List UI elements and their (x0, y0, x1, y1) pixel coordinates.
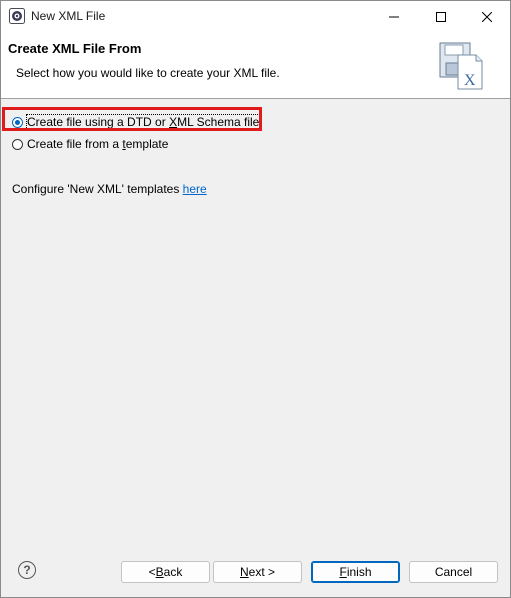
close-button[interactable] (464, 1, 510, 32)
page-title: Create XML File From (8, 41, 142, 56)
option-template-label: Create file from a template (27, 137, 169, 151)
templates-here-link[interactable]: here (183, 182, 207, 196)
help-icon: ? (23, 563, 31, 577)
minimize-icon (389, 16, 399, 17)
minimize-button[interactable] (371, 1, 417, 32)
svg-text:X: X (464, 72, 476, 89)
new-xml-file-dialog: New XML File Create XML File From Select… (0, 0, 511, 598)
next-button[interactable]: Next > (213, 561, 302, 583)
radio-template[interactable] (12, 138, 23, 150)
finish-button[interactable]: Finish (311, 561, 400, 583)
eclipse-app-icon (9, 8, 25, 24)
cancel-button[interactable]: Cancel (409, 561, 498, 583)
maximize-button[interactable] (418, 1, 464, 32)
window-title: New XML File (31, 9, 106, 23)
wizard-header: Create XML File From Select how you woul… (1, 32, 510, 99)
help-button[interactable]: ? (18, 561, 36, 579)
title-bar: New XML File (1, 1, 510, 32)
page-description: Select how you would like to create your… (16, 66, 280, 80)
configure-templates-text: Configure 'New XML' templates here (12, 182, 207, 196)
option-dtd-schema-label: Create file using a DTD or XML Schema fi… (25, 114, 261, 130)
maximize-icon (436, 11, 446, 22)
option-template[interactable]: Create file from a template (12, 135, 168, 153)
radio-dtd-schema[interactable] (12, 116, 23, 128)
option-dtd-schema[interactable]: Create file using a DTD or XML Schema fi… (12, 113, 261, 131)
close-icon (482, 11, 492, 22)
back-button[interactable]: < Back (121, 561, 210, 583)
xml-file-wizard-icon: X (439, 42, 483, 90)
